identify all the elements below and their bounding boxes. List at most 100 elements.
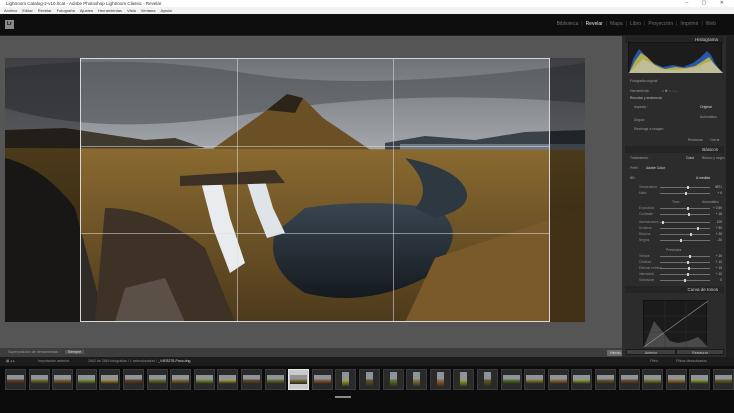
slider-thumb[interactable] — [690, 233, 692, 236]
menu-item-archivo[interactable]: Archivo — [4, 7, 17, 14]
slider-value[interactable]: + 15 — [716, 266, 722, 271]
filmstrip-thumbnail[interactable] — [547, 369, 569, 390]
treatment-bw[interactable]: Blanco y negro — [702, 156, 725, 160]
panel-scrollbar[interactable] — [726, 36, 734, 357]
filmstrip-thumbnail[interactable] — [359, 369, 380, 390]
filmstrip-thumbnail[interactable] — [335, 369, 357, 390]
menu-item-ajustes[interactable]: Ajustes — [80, 7, 93, 14]
filmstrip-thumbnail[interactable] — [123, 369, 144, 390]
filmstrip-thumbnail[interactable] — [524, 369, 546, 390]
restore-button[interactable]: Restaurar — [676, 349, 724, 355]
filmstrip-thumbnail[interactable] — [477, 369, 498, 390]
slider-thumb[interactable] — [686, 273, 689, 276]
slider-exposición[interactable]: Exposición + 0,50 — [630, 206, 722, 211]
filmstrip-thumbnail[interactable] — [500, 369, 522, 390]
slider-thumb[interactable] — [686, 186, 689, 189]
basic-header[interactable]: Básicos — [625, 146, 724, 153]
previous-button[interactable]: Anterior — [626, 349, 676, 355]
menu-item-revelar[interactable]: Revelar — [38, 7, 52, 14]
tone-auto-button[interactable]: Automático — [702, 200, 719, 204]
filmstrip-thumbnail[interactable] — [618, 369, 640, 390]
slider-track[interactable] — [660, 262, 710, 263]
module-revelar[interactable]: Revelar — [586, 20, 603, 29]
constrain-checkbox[interactable]: Restringir a imagen — [634, 127, 663, 131]
treatment-color[interactable]: Color — [686, 156, 694, 160]
slider-contraste[interactable]: Contraste + 18 — [630, 212, 722, 217]
slider-negros[interactable]: Negros - 20 — [630, 238, 722, 243]
slider-track[interactable] — [660, 214, 710, 215]
slider-thumb[interactable] — [689, 255, 691, 258]
crop-reset-button[interactable]: Restaurar — [688, 138, 703, 142]
slider-textura[interactable]: Textura + 20 — [630, 254, 722, 259]
slider-thumb[interactable] — [687, 267, 690, 270]
filmstrip-thumbnail[interactable] — [99, 369, 121, 390]
slider-claridad[interactable]: Claridad + 10 — [630, 260, 722, 265]
profile-select[interactable]: Adobe Color — [646, 166, 665, 170]
menu-item-editar[interactable]: Editar — [22, 7, 32, 14]
filmstrip-thumbnail[interactable] — [28, 369, 50, 390]
slider-thumb[interactable] — [680, 239, 682, 242]
filmstrip-thumbnail[interactable] — [406, 369, 428, 390]
filmstrip-thumbnail[interactable] — [146, 369, 168, 390]
slider-value[interactable]: + 25 — [716, 232, 722, 237]
slider-thumb[interactable] — [685, 192, 687, 195]
grid-view-icon[interactable]: ▦ ◂ ▸ — [6, 357, 15, 366]
slider-track[interactable] — [660, 234, 710, 235]
filmstrip-thumbnail[interactable] — [453, 369, 475, 390]
crop-icon[interactable]: ⌗ ◉ ✎ ○ ▭ — [662, 89, 678, 93]
filmstrip-thumbnail[interactable] — [241, 369, 262, 390]
slider-thumb[interactable] — [696, 227, 699, 230]
filmstrip-thumbnail[interactable] — [170, 369, 192, 390]
photo-preview[interactable] — [5, 58, 585, 322]
slider-value[interactable]: + 10 — [716, 260, 722, 265]
filmstrip-thumbnail[interactable] — [75, 369, 97, 390]
filter-select[interactable]: Filtros desactivados — [676, 357, 707, 366]
module-proyeccion[interactable]: Proyección — [648, 20, 673, 29]
filmstrip-source[interactable]: Importación anterior — [38, 357, 69, 366]
filmstrip-thumbnail[interactable] — [642, 369, 664, 390]
menu-item-fotografia[interactable]: Fotografía — [57, 7, 75, 14]
slider-sombras[interactable]: Sombras + 50 — [630, 226, 722, 231]
slider-saturación[interactable]: Saturación 0 — [630, 278, 722, 283]
filmstrip-thumbnail[interactable] — [193, 369, 215, 390]
aspect-select[interactable]: Original — [700, 105, 712, 109]
menu-item-herramientas[interactable]: Herramientas — [98, 7, 122, 14]
slider-matiz[interactable]: Matiz + 6 — [630, 191, 722, 196]
slider-value[interactable]: 0 — [720, 278, 722, 283]
filmstrip-thumbnail[interactable] — [382, 369, 404, 390]
slider-thumb[interactable] — [686, 261, 689, 264]
filmstrip-thumbnail[interactable] — [713, 369, 734, 390]
filmstrip-thumbnail[interactable] — [5, 369, 26, 390]
slider-iluminaciones[interactable]: Iluminaciones - 100 — [630, 220, 722, 225]
slider-thumb[interactable] — [688, 213, 690, 216]
module-imprimir[interactable]: Imprimir — [680, 20, 698, 29]
slider-thumb[interactable] — [661, 221, 664, 224]
slider-thumb[interactable] — [686, 207, 689, 210]
slider-value[interactable]: + 10 — [716, 272, 722, 277]
overlay-select[interactable]: Siempre — [64, 350, 85, 354]
slider-intensidad[interactable]: Intensidad + 10 — [630, 272, 722, 277]
filmstrip-thumbnail[interactable] — [217, 369, 239, 390]
filmstrip-thumbnail[interactable] — [52, 369, 74, 390]
filmstrip-scrollbar[interactable] — [335, 396, 351, 398]
angle-auto-button[interactable]: Automático — [700, 115, 717, 119]
slider-value[interactable]: + 18 — [716, 212, 722, 217]
module-libro[interactable]: Libro — [630, 20, 641, 29]
slider-value[interactable]: - 20 — [717, 238, 723, 243]
window-controls[interactable]: – ▢ ✕ — [686, 0, 730, 7]
filmstrip-thumbnail[interactable] — [264, 369, 286, 390]
tonecurve-header[interactable]: Curva de tonos — [625, 286, 724, 293]
slider-track[interactable] — [660, 274, 710, 275]
module-biblioteca[interactable]: Biblioteca — [557, 20, 579, 29]
menu-item-vista[interactable]: Vista — [127, 7, 136, 14]
module-mapa[interactable]: Mapa — [610, 20, 623, 29]
slider-value[interactable]: + 0,50 — [713, 206, 722, 211]
slider-thumb[interactable] — [684, 279, 686, 282]
menu-item-ayuda[interactable]: Ayuda — [160, 7, 171, 14]
filmstrip-thumbnail[interactable] — [689, 369, 711, 390]
filmstrip-thumbnail[interactable] — [665, 369, 687, 390]
slider-track[interactable] — [660, 187, 710, 188]
crop-close-button[interactable]: Cerrar — [710, 138, 720, 142]
filmstrip-thumbnail[interactable] — [595, 369, 616, 390]
slider-track[interactable] — [660, 256, 710, 257]
